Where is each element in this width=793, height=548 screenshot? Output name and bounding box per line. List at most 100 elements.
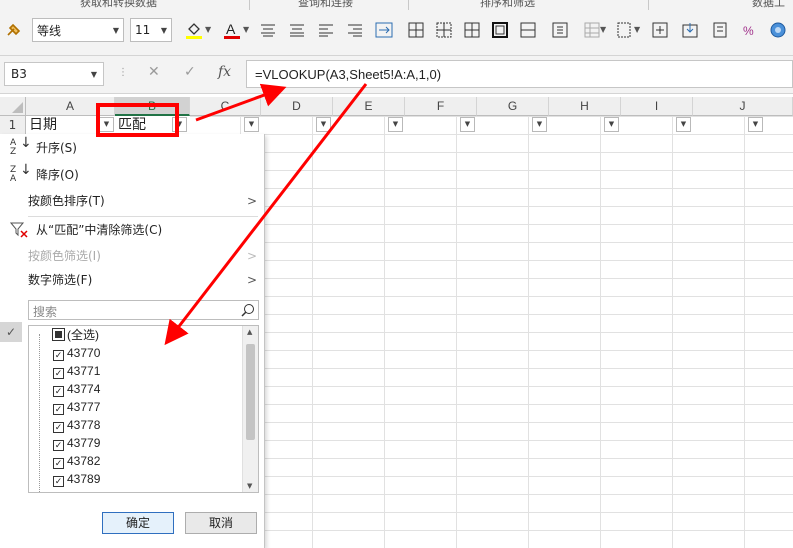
- checkbox-icon: ✓: [53, 368, 64, 379]
- checkbox-icon: ✓: [53, 386, 64, 397]
- column-header-d[interactable]: D: [261, 97, 333, 116]
- checkbox-icon: ✓: [53, 422, 64, 433]
- column-header-f[interactable]: F: [405, 97, 477, 116]
- list-item[interactable]: ✓ 43789: [53, 470, 100, 488]
- svg-text:A: A: [226, 21, 236, 37]
- menu-sort-by-color[interactable]: 按颜色排序(T) >: [0, 189, 265, 213]
- chevron-down-icon[interactable]: ▼: [205, 25, 211, 34]
- sort-descending-icon: Z A ↓: [10, 162, 32, 184]
- column-header-h[interactable]: H: [549, 97, 621, 116]
- cancel-icon[interactable]: ✕: [148, 64, 160, 80]
- list-item[interactable]: ✓ 43782: [53, 452, 100, 470]
- svg-text:%: %: [743, 24, 754, 38]
- chevron-down-icon: ▼: [112, 26, 119, 35]
- filter-dropdown-f[interactable]: ▼: [460, 117, 475, 132]
- checkmark-icon: ✓: [0, 322, 22, 342]
- formula-input[interactable]: =VLOOKUP(A3,Sheet5!A:A,1,0): [246, 60, 793, 88]
- checkbox-icon: ✓: [53, 476, 64, 487]
- fx-icon[interactable]: fx: [218, 64, 231, 80]
- filter-dropdown-j[interactable]: ▼: [748, 117, 763, 132]
- list-item[interactable]: ✓ 43770: [53, 344, 100, 362]
- chevron-right-icon: >: [246, 249, 257, 263]
- menu-clear-filter[interactable]: 从“匹配”中清除筛选(C): [0, 218, 265, 242]
- chevron-down-icon: ▼: [160, 26, 167, 35]
- sort-icon[interactable]: [678, 18, 702, 42]
- chevron-right-icon: >: [246, 194, 257, 208]
- align-middle-icon[interactable]: [285, 18, 309, 42]
- group-label-queries: 查询和连接: [298, 0, 353, 9]
- align-top-icon[interactable]: [256, 18, 280, 42]
- font-name-combo[interactable]: 等线 ▼: [32, 18, 124, 42]
- align-left-icon[interactable]: [314, 18, 338, 42]
- border-outside-icon[interactable]: [432, 18, 456, 42]
- chevron-down-icon[interactable]: ▼: [243, 25, 249, 34]
- font-size-value: 11: [135, 23, 151, 37]
- scroll-down-icon[interactable]: ▼: [247, 482, 252, 490]
- list-item-label: 43789: [67, 472, 101, 486]
- font-size-combo[interactable]: 11 ▼: [130, 18, 172, 42]
- format-painter-icon[interactable]: [2, 18, 26, 42]
- enter-icon[interactable]: ✓: [184, 64, 196, 80]
- select-all-corner[interactable]: [0, 97, 26, 116]
- menu-sort-ascending[interactable]: A Z ↓ 升序(S): [0, 136, 265, 160]
- column-header-i[interactable]: I: [621, 97, 693, 116]
- row-header-1[interactable]: 1: [0, 116, 26, 135]
- filter-value-list[interactable]: (全选) ✓ 43770 ✓ 43771 ✓ 43774 ✓ 43777 ✓ 43778 …: [28, 325, 259, 493]
- list-item[interactable]: ✓ 43779: [53, 434, 100, 452]
- search-icon: [241, 304, 254, 317]
- filter-dropdown-d[interactable]: ▼: [316, 117, 331, 132]
- menu-number-filters[interactable]: 数字筛选(F) >: [0, 268, 265, 292]
- list-item-label: 43771: [67, 364, 101, 378]
- chevron-down-icon[interactable]: ▼: [634, 25, 640, 34]
- chevron-down-icon[interactable]: ▼: [600, 25, 606, 34]
- list-item-select-all[interactable]: (全选): [52, 326, 99, 344]
- list-item[interactable]: ✓ 43778: [53, 416, 100, 434]
- font-color-icon[interactable]: A: [220, 18, 244, 42]
- wrap-icon[interactable]: [372, 18, 396, 42]
- ribbon: 获取和转换数据 查询和连接 排序和筛选 数据工 等线 ▼ 11 ▼ ▼ A ▼: [0, 0, 793, 56]
- cell-style-icon[interactable]: [612, 18, 636, 42]
- ok-button[interactable]: 确定: [102, 512, 174, 534]
- filter-dropdown-c[interactable]: ▼: [244, 117, 259, 132]
- name-box[interactable]: B3 ▼: [4, 62, 104, 86]
- border-grid-icon[interactable]: [460, 18, 484, 42]
- filter-dropdown-i[interactable]: ▼: [676, 117, 691, 132]
- list-scrollbar[interactable]: ▲ ▼: [242, 326, 258, 492]
- list-item[interactable]: ✓ 43771: [53, 362, 100, 380]
- excel-window: 获取和转换数据 查询和连接 排序和筛选 数据工 等线 ▼ 11 ▼ ▼ A ▼: [0, 0, 793, 548]
- list-item[interactable]: ✓ 43777: [53, 398, 100, 416]
- merge-icon[interactable]: [548, 18, 572, 42]
- filter-clear-icon: [9, 221, 30, 239]
- column-header-g[interactable]: G: [477, 97, 549, 116]
- border-inner-icon[interactable]: [516, 18, 540, 42]
- column-icon[interactable]: [708, 18, 732, 42]
- scroll-up-icon[interactable]: ▲: [247, 328, 252, 336]
- filter-dropdown-g[interactable]: ▼: [532, 117, 547, 132]
- font-name-value: 等线: [37, 23, 62, 38]
- cancel-button[interactable]: 取消: [185, 512, 257, 534]
- filter-dropdown-e[interactable]: ▼: [388, 117, 403, 132]
- list-item[interactable]: ✓ 43774: [53, 380, 100, 398]
- scrollbar-thumb[interactable]: [246, 344, 255, 440]
- align-right-icon[interactable]: [343, 18, 367, 42]
- checkbox-icon: ✓: [53, 350, 64, 361]
- checkbox-icon: [52, 328, 65, 341]
- menu-sort-descending[interactable]: Z A ↓ 降序(O): [0, 163, 265, 187]
- menu-clear-filter-label: 从“匹配”中清除筛选(C): [36, 223, 163, 237]
- filter-search-input[interactable]: 搜索: [28, 300, 259, 320]
- insert-icon[interactable]: [648, 18, 672, 42]
- border-thick-icon[interactable]: [488, 18, 512, 42]
- list-item-label: (全选): [67, 328, 99, 342]
- chevron-right-icon: >: [246, 273, 257, 287]
- filter-dropdown-h[interactable]: ▼: [604, 117, 619, 132]
- chevron-down-icon: ▼: [90, 70, 97, 79]
- search-placeholder: 搜索: [33, 305, 58, 319]
- column-header-j[interactable]: J: [693, 97, 793, 116]
- column-header-c[interactable]: C: [190, 97, 261, 116]
- menu-filter-by-color-label: 按颜色筛选(I): [28, 249, 101, 263]
- fill-color-icon[interactable]: [182, 18, 206, 42]
- percent-icon[interactable]: %: [738, 18, 762, 42]
- globe-icon[interactable]: [766, 18, 790, 42]
- column-header-e[interactable]: E: [333, 97, 405, 116]
- border-all-icon[interactable]: [404, 18, 428, 42]
